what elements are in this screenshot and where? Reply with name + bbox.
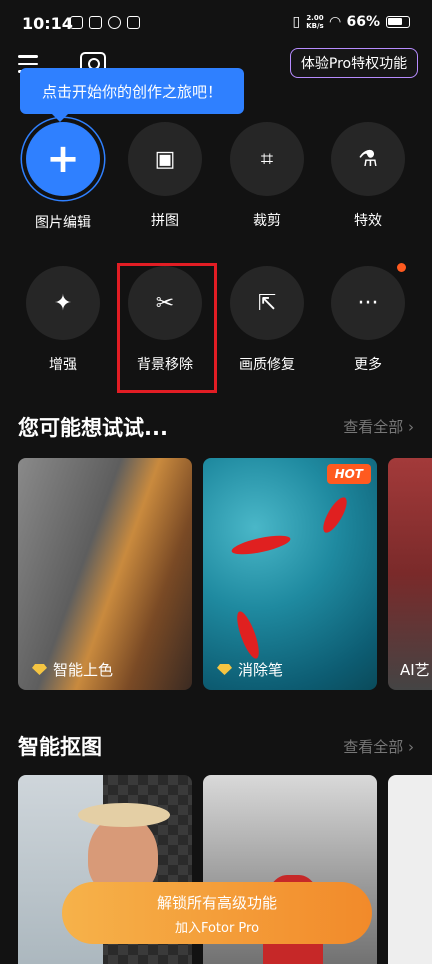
card-label: 消除笔 [238, 661, 284, 679]
unlock-subtitle: 加入Fotor Pro [174, 921, 260, 936]
tool-label: 画质修复 [239, 357, 295, 373]
speed-unit: KB/s [306, 22, 324, 30]
chevron-right-icon: › [408, 418, 414, 436]
card-caption: AI艺 [400, 659, 430, 680]
suggestions-title: 您可能想试试... [18, 416, 168, 440]
flask-icon[interactable]: ⚗ [331, 122, 405, 196]
status-bar: 10:14 ▯ 2.00 KB/s ◠ 66% [0, 0, 432, 50]
tiktok-notification-icon [108, 16, 121, 29]
plus-icon[interactable]: + [26, 122, 100, 196]
tool-effects[interactable]: ⚗ 特效 [318, 122, 418, 230]
kayak-image [232, 609, 264, 661]
diamond-icon [32, 664, 47, 675]
tool-collage[interactable]: ▣ 拼图 [115, 122, 215, 230]
tool-label: 增强 [49, 357, 77, 373]
app-notification-icon [89, 16, 102, 29]
card-colorize[interactable]: 智能上色 [18, 458, 192, 690]
diamond-icon [217, 664, 232, 675]
card-label: AI艺 [400, 661, 430, 679]
card-label: 智能上色 [53, 661, 114, 679]
new-badge-dot [397, 263, 406, 272]
tool-label: 裁剪 [253, 213, 281, 229]
resize-icon[interactable]: ⇱ [230, 266, 304, 340]
gallery-notification-icon [70, 16, 83, 29]
collage-icon[interactable]: ▣ [128, 122, 202, 196]
unlock-title: 解锁所有高级功能 [156, 894, 277, 912]
status-time: 10:14 [22, 14, 73, 33]
hat-image [78, 803, 170, 827]
tool-label: 拼图 [151, 213, 179, 229]
card-ai-art[interactable]: AI艺 [388, 458, 432, 690]
tool-label: 更多 [354, 357, 382, 373]
tool-label: 特效 [354, 213, 382, 229]
tool-photo-edit[interactable]: + 图片编辑 [13, 122, 113, 232]
message-notification-icon [127, 16, 140, 29]
tool-quality-restore[interactable]: ⇱ 画质修复 [217, 266, 317, 374]
highlight-box [117, 263, 217, 393]
battery-icon [386, 16, 410, 28]
card-third-cutout[interactable] [388, 775, 432, 964]
kayak-image [230, 531, 292, 559]
cutout-title: 智能抠图 [18, 735, 102, 759]
chevron-right-icon: › [408, 738, 414, 756]
tool-more[interactable]: ··· 更多 [318, 266, 418, 374]
magic-wand-icon[interactable]: ✦ [26, 266, 100, 340]
vibrate-icon: ▯ [292, 14, 301, 30]
notification-icons [70, 16, 140, 29]
network-speed: 2.00 KB/s [306, 14, 323, 30]
card-caption: 消除笔 [217, 659, 283, 680]
kayak-image [318, 494, 352, 536]
card-caption: 智能上色 [32, 659, 113, 680]
tool-enhance[interactable]: ✦ 增强 [13, 266, 113, 374]
cutout-see-all[interactable]: 查看全部 › [343, 736, 414, 757]
card-eraser[interactable]: HOT 消除笔 [203, 458, 377, 690]
battery-percent: 66% [346, 14, 380, 30]
crop-icon[interactable]: ⌗ [230, 122, 304, 196]
tool-label: 图片编辑 [35, 215, 91, 231]
suggestions-see-all[interactable]: 查看全部 › [343, 416, 414, 437]
unlock-pro-button[interactable]: 解锁所有高级功能 加入Fotor Pro [62, 882, 372, 944]
speed-value: 2.00 [306, 14, 324, 22]
tool-crop[interactable]: ⌗ 裁剪 [217, 122, 317, 230]
onboarding-tooltip: 点击开始你的创作之旅吧！ [20, 68, 244, 122]
status-right: ▯ 2.00 KB/s ◠ 66% [292, 14, 410, 30]
pro-trial-button[interactable]: 体验Pro特权功能 [290, 48, 418, 78]
more-dots-icon[interactable]: ··· [331, 266, 405, 340]
hot-badge: HOT [326, 464, 371, 484]
see-all-label: 查看全部 [343, 738, 404, 756]
see-all-label: 查看全部 [343, 418, 404, 436]
wifi-icon: ◠ [329, 14, 341, 30]
